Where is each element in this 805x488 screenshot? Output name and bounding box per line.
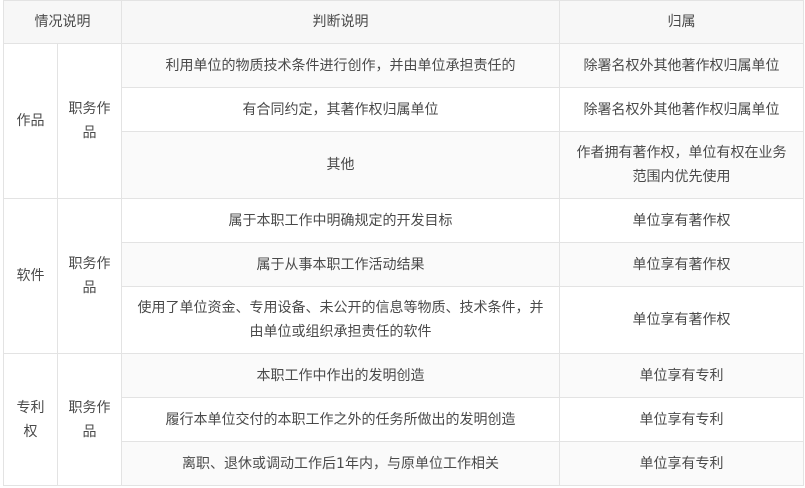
ownership-cell: 单位享有专利	[559, 441, 804, 486]
table-row: 属于从事本职工作活动结果 单位享有著作权	[4, 242, 804, 287]
header-judgment: 判断说明	[121, 0, 560, 44]
subcategory-cell: 职务作品	[57, 353, 122, 486]
table-row: 其他 作者拥有著作权，单位有权在业务范围内优先使用	[4, 131, 804, 199]
ownership-cell: 单位享有著作权	[559, 286, 804, 354]
judgment-cell: 离职、退休或调动工作后1年内，与原单位工作相关	[121, 441, 560, 486]
category-cell: 作品	[3, 43, 58, 199]
table-row: 作品 职务作品 利用单位的物质技术条件进行创作，并由单位承担责任的 除署名权外其…	[3, 43, 804, 199]
header-row: 情况说明 判断说明 归属	[3, 0, 804, 44]
ownership-cell: 单位享有著作权	[559, 198, 804, 243]
ownership-cell: 单位享有著作权	[559, 242, 804, 287]
ownership-table: 情况说明 判断说明 归属 作品 职务作品 利用单位的物质技术条件进行创作，并由单…	[3, 0, 804, 486]
category-cell: 软件	[3, 198, 58, 354]
ownership-cell: 除署名权外其他著作权归属单位	[559, 43, 804, 88]
header-situation: 情况说明	[3, 0, 122, 44]
ownership-cell: 作者拥有著作权，单位有权在业务范围内优先使用	[559, 131, 804, 199]
table-row: 软件 职务作品 属于本职工作中明确规定的开发目标 单位享有著作权	[3, 198, 804, 354]
table-row: 履行本单位交付的本职工作之外的任务所做出的发明创造 单位享有专利	[4, 397, 804, 442]
header-ownership: 归属	[559, 0, 804, 44]
ownership-cell: 单位享有专利	[559, 397, 804, 442]
judgment-cell: 属于从事本职工作活动结果	[121, 242, 560, 287]
judgment-cell: 有合同约定，其著作权归属单位	[121, 87, 560, 132]
judgment-cell: 利用单位的物质技术条件进行创作，并由单位承担责任的	[121, 43, 560, 88]
judgment-cell: 本职工作中作出的发明创造	[121, 353, 560, 398]
table-row: 专利权 职务作品 本职工作中作出的发明创造 单位享有专利	[3, 353, 804, 486]
ownership-cell: 除署名权外其他著作权归属单位	[559, 87, 804, 132]
ownership-cell: 单位享有专利	[559, 353, 804, 398]
judgment-cell: 使用了单位资金、专用设备、未公开的信息等物质、技术条件，并由单位或组织承担责任的…	[121, 286, 560, 354]
subcategory-cell: 职务作品	[57, 43, 122, 199]
judgment-cell: 履行本单位交付的本职工作之外的任务所做出的发明创造	[121, 397, 560, 442]
subcategory-cell: 职务作品	[57, 198, 122, 354]
table-row: 有合同约定，其著作权归属单位 除署名权外其他著作权归属单位	[4, 87, 804, 132]
judgment-cell: 其他	[121, 131, 560, 199]
category-cell: 专利权	[3, 353, 58, 486]
table-row: 使用了单位资金、专用设备、未公开的信息等物质、技术条件，并由单位或组织承担责任的…	[4, 286, 804, 354]
table-row: 离职、退休或调动工作后1年内，与原单位工作相关 单位享有专利	[4, 441, 804, 486]
judgment-cell: 属于本职工作中明确规定的开发目标	[121, 198, 560, 243]
